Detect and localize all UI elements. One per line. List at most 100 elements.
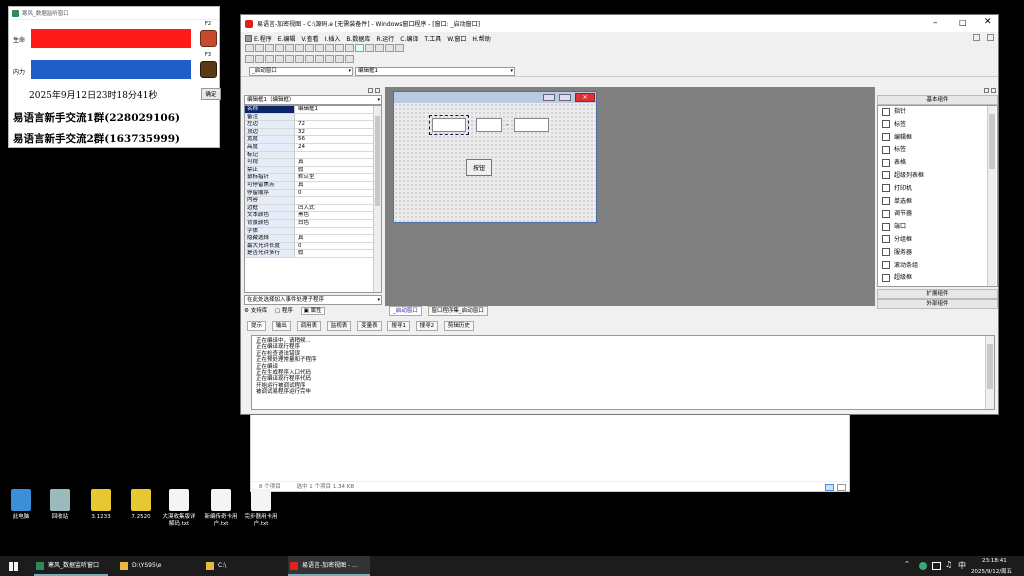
component-item[interactable]: 超级列表框 — [878, 170, 986, 183]
tab-program[interactable]: ▢ 程序 — [275, 308, 293, 314]
run-icon[interactable] — [355, 44, 364, 52]
copy-icon[interactable] — [285, 44, 294, 52]
property-value[interactable]: 0 — [295, 242, 373, 250]
event-combo[interactable]: 在此处选择加入事件处理子程序 ▾ — [244, 295, 382, 305]
property-row[interactable]: 背景颜色 白色 — [245, 219, 373, 228]
property-value[interactable]: 真 — [295, 159, 373, 166]
output-tab-call-stack[interactable]: 调用表 — [296, 321, 322, 331]
mp-skill-icon[interactable] — [200, 61, 217, 78]
menu-help[interactable]: H.帮助 — [472, 34, 490, 43]
component-item[interactable]: 滚动条组 — [878, 260, 986, 273]
panel-close-icon[interactable] — [375, 88, 380, 93]
menu-tools[interactable]: T.工具 — [424, 34, 441, 43]
taskbar-item-ide[interactable]: 易语言-加密视图 - ... — [288, 556, 370, 576]
property-row[interactable]: 内容 — [245, 197, 373, 205]
same-width-icon[interactable] — [275, 55, 284, 63]
confirm-button[interactable]: 确定 — [201, 88, 221, 100]
desktop-icon[interactable]: 回收站 — [41, 489, 79, 521]
clock-time[interactable]: 23:18:41 — [982, 558, 1007, 564]
mdi-close-icon[interactable] — [987, 34, 994, 41]
component-item[interactable]: 服务器 — [878, 247, 986, 260]
new-file-icon[interactable] — [245, 44, 254, 52]
menu-program[interactable]: E.程序 — [254, 34, 272, 43]
toolbox-extended[interactable]: 扩展组件 — [877, 289, 998, 299]
component-item[interactable]: 标签 — [878, 119, 986, 132]
output-tab-output[interactable]: 输出 — [271, 321, 291, 331]
monitor-titlebar[interactable]: 寒风_数据监听窗口 — [9, 7, 219, 20]
align-top-icon[interactable] — [255, 55, 264, 63]
tab-properties[interactable]: ▣ 属性 — [300, 307, 325, 315]
center-h-icon[interactable] — [315, 55, 324, 63]
desktop-icon[interactable]: 7.2520 — [122, 489, 160, 521]
component-item[interactable]: 单选框 — [878, 196, 986, 209]
toolbox-scrollbar[interactable] — [987, 106, 996, 286]
hp-skill-icon[interactable] — [200, 30, 217, 47]
edit-box-3[interactable] — [514, 118, 549, 132]
ime-indicator[interactable]: 中 — [958, 560, 966, 571]
form-minimize-icon[interactable] — [543, 94, 555, 101]
details-view-icon[interactable] — [825, 484, 834, 491]
large-icons-view-icon[interactable] — [837, 484, 846, 491]
component-item[interactable]: 调节器 — [878, 208, 986, 221]
object-combo[interactable]: 编辑框1 ▾ — [355, 67, 515, 76]
property-row[interactable]: 高度 24 — [245, 143, 373, 152]
property-value[interactable] — [295, 227, 373, 235]
menu-insert[interactable]: I.插入 — [325, 34, 341, 43]
property-row[interactable]: 是否允许多行假 — [245, 250, 373, 258]
minimize-icon[interactable]: – — [933, 18, 938, 28]
taskbar-item-monitor[interactable]: 寒风_数据监听窗口 — [34, 556, 108, 576]
property-row[interactable]: 名称 编辑框1 — [245, 106, 373, 114]
align-left-icon[interactable] — [245, 55, 254, 63]
edit-box-2[interactable] — [476, 118, 502, 132]
toolbox-pin-icon[interactable] — [984, 88, 989, 93]
tab-window-program-set[interactable]: 窗口程序集_启动窗口 — [427, 306, 488, 316]
property-scrollbar[interactable] — [373, 106, 381, 292]
output-scrollbar[interactable] — [985, 336, 994, 409]
property-value[interactable] — [295, 113, 373, 121]
object-select-combo[interactable]: 编辑框1（编辑框） ▾ — [244, 95, 382, 105]
component-item[interactable]: 打印机 — [878, 183, 986, 196]
space-v-icon[interactable] — [345, 55, 354, 63]
tray-app-icon[interactable] — [919, 562, 927, 570]
design-button[interactable]: 按钮 — [466, 159, 492, 176]
property-value[interactable]: 白色 — [295, 219, 373, 227]
component-item[interactable]: 端口 — [878, 221, 986, 234]
property-row[interactable]: 可视真 — [245, 159, 373, 167]
center-v-icon[interactable] — [325, 55, 334, 63]
open-file-icon[interactable] — [255, 44, 264, 52]
toolbox-external[interactable]: 外部组件 — [877, 299, 998, 309]
breakpoint-icon[interactable] — [395, 44, 404, 52]
property-row[interactable]: 字体 — [245, 227, 373, 236]
output-tab-search2[interactable]: 搜寻2 — [415, 321, 439, 331]
desktop-icon[interactable]: 完步器用卡用户.txt — [242, 489, 280, 528]
clock-date[interactable]: 2025/9/12/周五 — [971, 567, 1012, 575]
volume-icon[interactable]: ♫ — [945, 560, 952, 569]
menu-compile[interactable]: C.编译 — [400, 34, 418, 43]
layout-3-icon[interactable] — [345, 44, 354, 52]
property-scrollbar-thumb[interactable] — [375, 116, 380, 206]
tab-startup-window[interactable]: _启动窗口 — [389, 306, 422, 316]
property-value[interactable]: 0 — [295, 189, 373, 197]
component-item[interactable]: 编辑框 — [878, 132, 986, 145]
layout-1-icon[interactable] — [325, 44, 334, 52]
menu-database[interactable]: B.数据库 — [346, 34, 370, 43]
property-row[interactable]: 顶边 32 — [245, 128, 373, 137]
desktop-icon[interactable]: 大漠收集版详解码.txt — [160, 489, 198, 528]
form-maximize-icon[interactable] — [559, 94, 571, 101]
property-row[interactable]: 可停留焦点真 — [245, 181, 373, 190]
property-value[interactable]: 72 — [295, 121, 373, 128]
network-icon[interactable] — [932, 562, 941, 570]
property-value[interactable] — [295, 151, 373, 159]
step-icon[interactable] — [375, 44, 384, 52]
toolbox-close-icon[interactable] — [991, 88, 996, 93]
same-height-icon[interactable] — [285, 55, 294, 63]
window-combo[interactable]: _启动窗口 ▾ — [249, 67, 353, 76]
redo-icon[interactable] — [315, 44, 324, 52]
close-icon[interactable]: ✕ — [984, 17, 992, 27]
property-row[interactable]: 停留顺序 0 — [245, 189, 373, 198]
form-window[interactable]: ✕ - 按钮 — [393, 91, 597, 223]
property-value[interactable] — [295, 197, 373, 204]
property-row[interactable]: 宽度 56 — [245, 136, 373, 144]
menu-window[interactable]: W.窗口 — [447, 34, 466, 43]
space-h-icon[interactable] — [335, 55, 344, 63]
